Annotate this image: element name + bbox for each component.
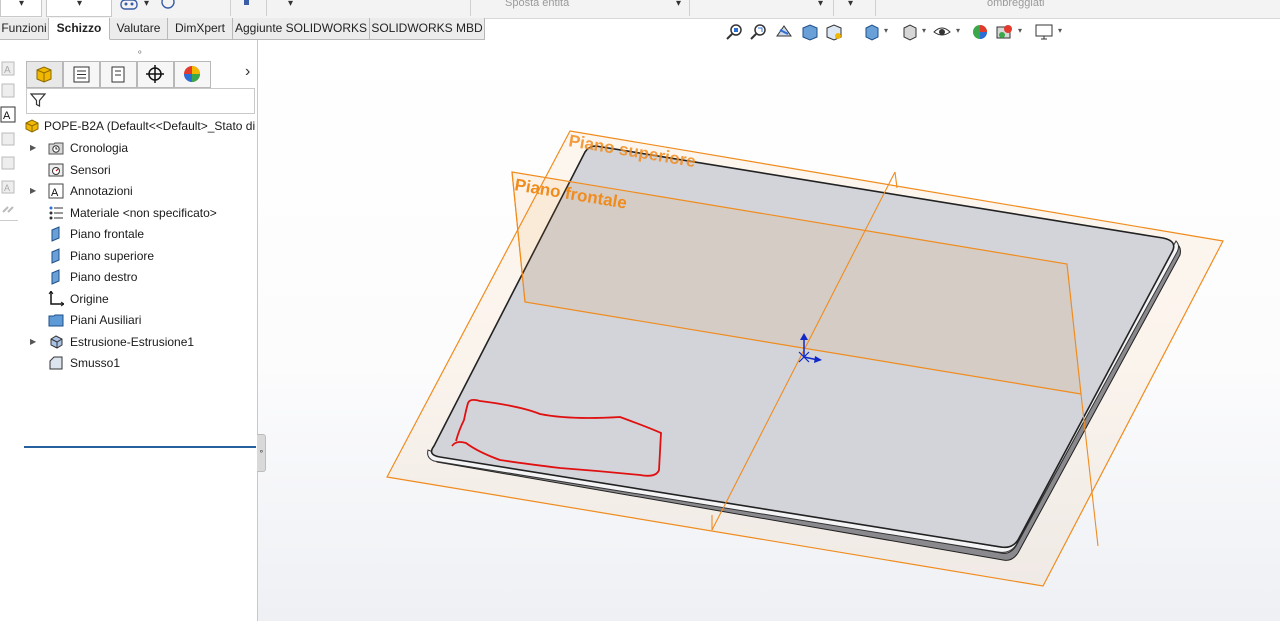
chevron-down-icon[interactable]: ▾ [1018,26,1022,35]
tree-item-label: Piano superiore [70,249,155,263]
svg-text:A: A [4,65,11,76]
tab-feature-manager[interactable] [26,61,63,88]
tree-root-label: POPE-B2A (Default<<Default>_Stato di [44,119,256,133]
display-style-icon[interactable] [900,22,920,42]
left-tool-strip: A A A [0,48,19,268]
tab-funzioni[interactable]: Funzioni [0,18,49,40]
dynamic-annotation-icon[interactable] [824,22,844,42]
link-tool-icon[interactable] [0,200,18,218]
annotation-icon: A [48,183,64,199]
tree-item-label: Materiale <non specificato> [70,206,217,220]
crosshair-icon [146,65,164,83]
view-orientation-icon[interactable] [862,22,882,42]
chevron-down-icon[interactable]: ▾ [956,26,960,35]
configuration-manager-icon [111,66,125,83]
balloon-tool-icon[interactable] [0,130,18,148]
chevron-down-icon[interactable]: ▾ [884,26,888,35]
annotation-text-icon[interactable]: A [0,106,18,124]
edit-appearance-icon[interactable] [970,22,990,42]
expand-arrow-icon[interactable]: ▶ [30,332,36,352]
tree-item-label: Sensori [70,163,111,177]
part-icon [25,119,39,133]
apply-scene-icon[interactable] [994,22,1014,42]
tree-item-label: Annotazioni [70,184,133,198]
tab-schizzo[interactable]: Schizzo [49,18,110,40]
tree-item-label: Piano destro [70,270,138,284]
chamfer-icon [49,356,63,370]
feature-manager-icon [36,66,52,83]
extrude-icon [50,335,63,349]
chevron-down-icon: ▾ [19,0,25,9]
property-manager-icon [73,66,90,83]
plane-icon [51,226,60,242]
dropdown-2[interactable]: ▾ [46,0,112,17]
chevron-down-icon[interactable]: ▾ [1058,26,1062,35]
zoom-to-fit-icon[interactable] [724,22,744,42]
panel-tabs: › [26,61,256,88]
expand-arrow-icon[interactable]: ▶ [30,181,36,201]
top-toolbar-strip: ▾ ▾ ▾ ▾ Sposta entità ▾ ▾ ▾ ombreggiati [0,0,1280,19]
tab-display-manager[interactable] [174,61,211,88]
table-tool-icon[interactable] [0,154,18,172]
chevron-down-icon[interactable]: ▾ [144,0,149,14]
zoom-to-area-icon[interactable] [748,22,768,42]
plane-icon [51,269,60,285]
panel-splitter[interactable]: ⚬ [257,434,266,472]
dropdown-1[interactable]: ▾ [0,0,42,17]
tab-aggiunte-solidworks[interactable]: Aggiunte SOLIDWORKS [233,18,370,40]
graphics-viewport[interactable]: Piano superiore Piano frontale [258,40,1280,621]
chevron-right-icon[interactable]: › [245,63,250,81]
chevron-down-icon[interactable]: ▾ [288,0,293,14]
folder-icon [48,314,64,327]
previous-view-icon[interactable] [774,22,794,42]
text-tool-icon[interactable]: A [0,60,18,78]
svg-text:A: A [4,183,10,193]
filter-icon [30,93,46,107]
panel-grip-icon[interactable]: ⚬ [136,47,144,58]
history-folder-icon [48,142,64,155]
hide-show-items-icon[interactable] [932,22,952,42]
view-settings-icon[interactable] [1034,22,1054,42]
3d-scene[interactable]: Piano superiore Piano frontale [258,40,1280,621]
chevron-down-icon[interactable]: ▾ [818,0,823,14]
tree-item-label: Piano frontale [70,227,145,241]
feature-manager-panel: ⚬ › POPE-B2A (Default<<Default>_Stato di… [18,40,258,621]
chevron-down-icon[interactable]: ▾ [848,0,853,14]
tab-dimxpert[interactable]: DimXpert [168,18,233,40]
svg-text:A: A [51,187,59,199]
command-manager-tabs: Funzioni Schizzo Valutare DimXpert Aggiu… [0,18,485,40]
note-tool-icon[interactable] [0,82,18,100]
move-entities-label[interactable]: Sposta entità [505,0,569,9]
display-manager-icon [184,66,200,82]
expand-arrow-icon[interactable]: ▶ [30,138,36,158]
rollback-bar[interactable] [24,446,256,448]
tab-valutare[interactable]: Valutare [110,18,168,40]
splitter-grip-icon: ⚬ [258,447,265,456]
tree-item-label: Estrusione-Estrusione1 [70,335,195,349]
tab-solidworks-mbd[interactable]: SOLIDWORKS MBD [370,18,485,40]
sensor-icon [48,163,64,177]
chevron-down-icon[interactable]: ▾ [922,26,926,35]
tab-configuration-manager[interactable] [100,61,137,88]
origin-icon [48,291,64,307]
tree-item-label: Piani Ausiliari [70,313,142,327]
material-icon [49,206,63,220]
tree-item-label: Origine [70,292,109,306]
small-tool-icon[interactable] [243,0,251,8]
polygon-tool-icon[interactable] [158,0,178,12]
tree-item-label: Cronologia [70,141,129,155]
datum-tool-icon[interactable]: A [0,178,18,196]
shaded-label[interactable]: ombreggiati [987,0,1044,9]
tree-filter-box[interactable] [26,88,255,114]
tab-property-manager[interactable] [63,61,100,88]
chevron-down-icon[interactable]: ▾ [676,0,681,14]
sketch-tool-icon[interactable] [120,0,140,12]
chevron-down-icon: ▾ [77,0,83,9]
tree-item-label: Smusso1 [70,356,121,370]
tab-dimxpert-manager[interactable] [137,61,174,88]
plane-icon [51,248,60,264]
svg-text:A: A [3,110,11,122]
section-view-icon[interactable] [800,22,820,42]
